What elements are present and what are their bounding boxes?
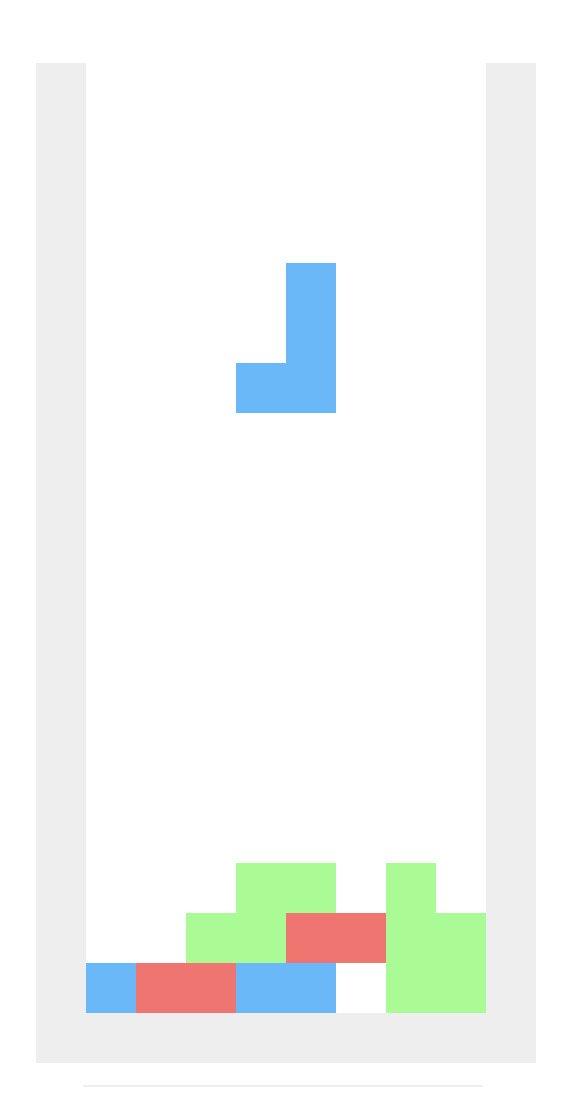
locked-block bbox=[336, 913, 386, 963]
locked-block bbox=[236, 963, 286, 1013]
falling-piece-block bbox=[286, 263, 336, 313]
locked-block bbox=[286, 913, 336, 963]
locked-block bbox=[136, 963, 186, 1013]
locked-block bbox=[86, 963, 136, 1013]
locked-block bbox=[386, 913, 436, 963]
locked-block bbox=[236, 863, 286, 913]
falling-piece-block bbox=[236, 363, 286, 413]
locked-block bbox=[286, 863, 336, 913]
locked-block bbox=[436, 963, 486, 1013]
locked-block bbox=[286, 963, 336, 1013]
locked-block bbox=[186, 913, 236, 963]
locked-block bbox=[186, 963, 236, 1013]
locked-block bbox=[386, 963, 436, 1013]
falling-piece-block bbox=[286, 313, 336, 363]
game-board[interactable] bbox=[86, 63, 486, 1013]
falling-piece-block bbox=[286, 363, 336, 413]
locked-block bbox=[386, 863, 436, 913]
locked-block bbox=[436, 913, 486, 963]
locked-block bbox=[236, 913, 286, 963]
bottom-divider bbox=[83, 1085, 483, 1087]
